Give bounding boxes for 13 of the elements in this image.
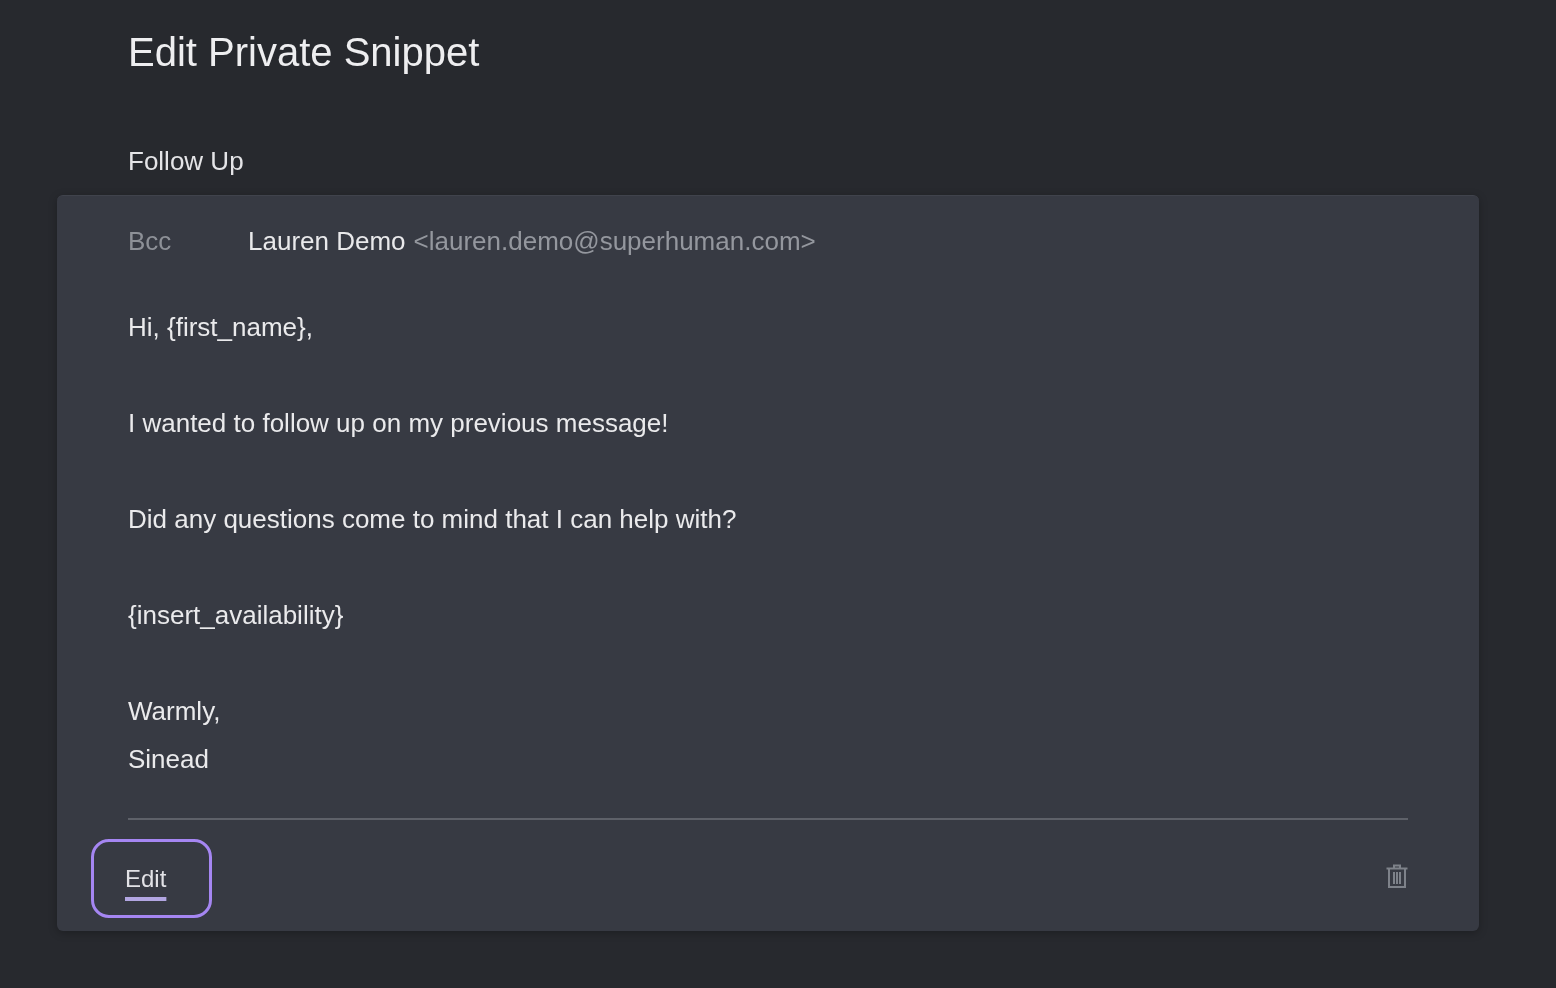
snippet-name: Follow Up xyxy=(128,145,244,178)
body-text-line: Warmly, xyxy=(128,695,221,728)
page-title: Edit Private Snippet xyxy=(128,29,480,76)
recipient-name: Lauren Demo xyxy=(248,225,406,258)
delete-icon[interactable] xyxy=(1386,863,1408,888)
recipient-email: <lauren.demo@superhuman.com> xyxy=(413,225,816,258)
bcc-label: Bcc xyxy=(128,225,173,258)
body-text-line: Hi, {first_name}, xyxy=(128,311,313,344)
body-text-line: Did any questions come to mind that I can help with? xyxy=(128,503,737,536)
edit-button[interactable]: Edit xyxy=(91,839,212,918)
body-text-line: I wanted to follow up on my previous message! xyxy=(128,407,669,440)
body-text-line: {insert_availability} xyxy=(128,599,344,632)
body-text-line: Sinead xyxy=(128,743,209,776)
